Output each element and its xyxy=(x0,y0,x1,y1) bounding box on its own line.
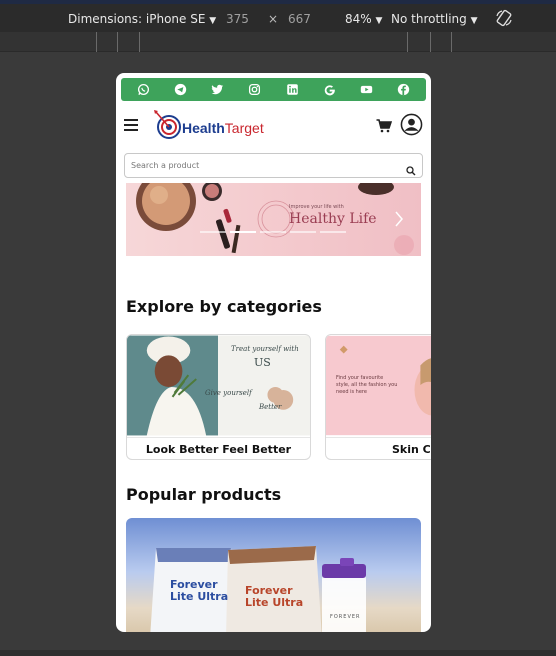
category-promo-text: Find your favourite style, all the fashi… xyxy=(336,375,398,395)
chevron-down-icon: ▼ xyxy=(209,16,217,26)
search-bar xyxy=(124,153,423,178)
social-bar xyxy=(121,78,426,101)
carousel-dot[interactable] xyxy=(320,231,346,233)
youtube-icon[interactable] xyxy=(360,83,373,96)
rotate-icon[interactable] xyxy=(495,9,513,30)
zoom-dropdown[interactable]: 84% ▼ xyxy=(345,12,382,26)
category-label: Skin C xyxy=(326,437,431,459)
product-card[interactable]: Forever Lite Ultra Forever Lite Ultra FO… xyxy=(126,518,421,632)
banner-cosmetics-image xyxy=(136,183,414,255)
width-input[interactable]: 375 xyxy=(226,12,249,26)
category-script-line4: Better xyxy=(259,403,282,411)
devtools-bottom-edge xyxy=(0,650,556,656)
carousel-indicators xyxy=(200,231,346,233)
banner-subtitle: Improve your life with xyxy=(289,204,344,210)
hamburger-menu-icon[interactable] xyxy=(124,119,138,131)
carousel-dot[interactable] xyxy=(260,231,286,233)
banner-title: Healthy Life xyxy=(289,211,377,227)
devtools-toolbar: Dimensions: iPhone SE ▼ 375 × 667 84% ▼ … xyxy=(0,0,556,32)
twitter-icon[interactable] xyxy=(211,83,224,96)
hero-carousel[interactable]: Improve your life with Healthy Life xyxy=(126,183,421,256)
device-viewport: HealthTarget Improve your l xyxy=(116,73,431,632)
linkedin-icon[interactable] xyxy=(286,83,299,96)
category-script-line2: US xyxy=(254,356,271,369)
zoom-label: 84% xyxy=(345,12,372,26)
category-script-line1: Treat yourself with xyxy=(231,345,299,353)
product-brand-line2: Lite Ultra xyxy=(170,590,229,603)
site-header: HealthTarget xyxy=(116,105,431,145)
shaker-label: FOREVER xyxy=(330,614,361,620)
logo-text: HealthTarget xyxy=(182,120,264,136)
google-icon[interactable] xyxy=(323,83,336,96)
product-brand-line2: Lite Ultra xyxy=(245,596,304,609)
height-input[interactable]: 667 xyxy=(288,12,311,26)
dimensions-label: Dimensions: iPhone SE xyxy=(68,12,206,26)
dimensions-dropdown[interactable]: Dimensions: iPhone SE ▼ xyxy=(68,12,216,26)
telegram-icon[interactable] xyxy=(174,83,187,96)
profile-icon[interactable] xyxy=(400,113,423,136)
throttling-dropdown[interactable]: No throttling ▼ xyxy=(391,12,478,26)
product-image xyxy=(150,546,366,632)
category-card[interactable]: Treat yourself with US Give yourself Bet… xyxy=(126,334,311,460)
categories-heading: Explore by categories xyxy=(126,297,322,316)
products-heading: Popular products xyxy=(126,485,282,504)
cart-icon[interactable] xyxy=(376,118,393,133)
search-input[interactable] xyxy=(131,158,391,173)
media-query-ruler xyxy=(0,32,556,52)
throttling-label: No throttling xyxy=(391,12,467,26)
facebook-icon[interactable] xyxy=(397,83,410,96)
search-icon[interactable] xyxy=(406,161,416,176)
category-label: Look Better Feel Better xyxy=(127,437,310,459)
carousel-dot[interactable] xyxy=(290,231,316,233)
carousel-dot[interactable] xyxy=(200,231,226,233)
instagram-icon[interactable] xyxy=(248,83,261,96)
chevron-right-icon[interactable] xyxy=(394,211,404,227)
chevron-down-icon: ▼ xyxy=(375,16,383,26)
category-card[interactable]: Find your favourite style, all the fashi… xyxy=(325,334,431,460)
category-script-line3: Give yourself xyxy=(205,389,252,397)
chevron-down-icon: ▼ xyxy=(470,16,478,26)
whatsapp-icon[interactable] xyxy=(137,83,150,96)
target-logo-icon xyxy=(154,110,181,139)
times-symbol: × xyxy=(268,12,279,26)
site-logo[interactable]: HealthTarget xyxy=(152,108,282,142)
carousel-dot[interactable] xyxy=(230,231,256,233)
